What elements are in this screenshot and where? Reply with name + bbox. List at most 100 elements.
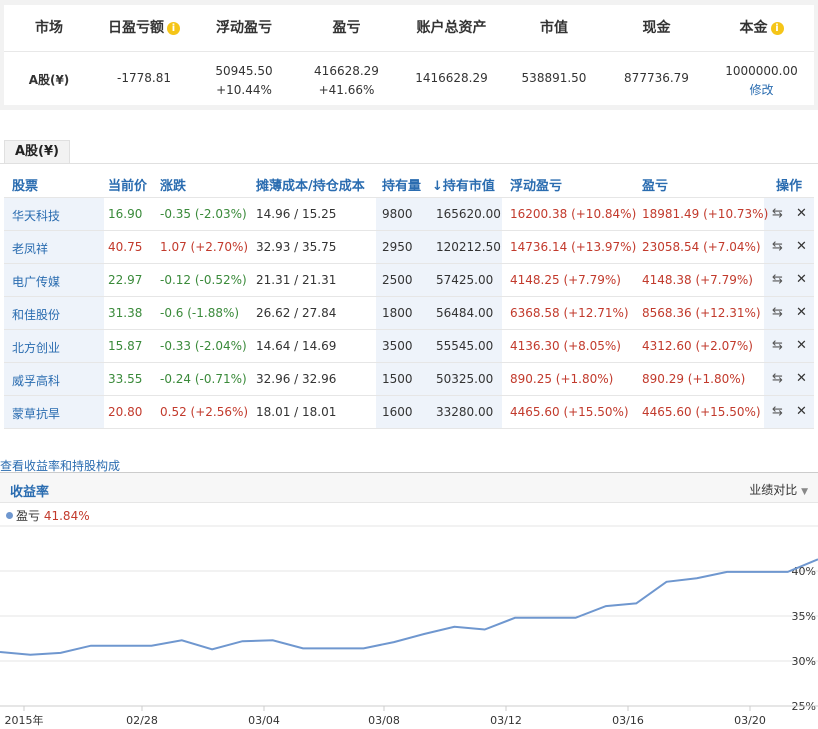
current-price: 22.97	[108, 273, 143, 287]
delete-icon[interactable]: ✕	[796, 272, 807, 287]
pnl-cell: 23058.54 (+7.04%)	[642, 240, 761, 254]
holding-market-value: 120212.50	[436, 240, 501, 254]
daily-pnl-value: -1778.81	[117, 71, 171, 85]
series-line-pnl[interactable]	[0, 558, 818, 656]
transfer-icon[interactable]: ⇆	[772, 239, 783, 254]
transfer-icon[interactable]: ⇆	[772, 338, 783, 353]
x-tick-label: 02/28	[126, 714, 158, 727]
col-market-value-label: 持有市值	[442, 179, 495, 194]
price-change: -0.35 (-2.03%)	[160, 207, 247, 221]
x-tick-label: 03/20	[734, 714, 766, 727]
stock-name-link[interactable]: 威孚高科	[12, 372, 60, 389]
holding-market-value: 57425.00	[436, 273, 494, 287]
price-change: -0.24 (-0.71%)	[160, 372, 247, 386]
header-cash: 现金	[642, 20, 671, 36]
market-value-cell: A股(¥)	[28, 73, 70, 87]
cost-value: 26.62 / 27.84	[256, 306, 337, 320]
holding-quantity: 1800	[382, 306, 413, 320]
info-icon[interactable]: i	[770, 22, 784, 35]
table-row: 威孚高科 33.55 -0.24 (-0.71%) 32.96 / 32.96 1500…	[4, 363, 814, 396]
stock-name-link[interactable]: 华天科技	[12, 207, 60, 224]
cost-value: 14.64 / 14.69	[256, 339, 337, 353]
col-price[interactable]: 当前价	[108, 175, 147, 194]
price-change: -0.6 (-1.88%)	[160, 306, 240, 320]
pnl-cell: 8568.36 (+12.31%)	[642, 306, 761, 320]
col-quantity[interactable]: 持有量	[382, 175, 421, 194]
holding-quantity: 9800	[382, 207, 413, 221]
table-row: 蒙草抗旱 20.80 0.52 (+2.56%) 18.01 / 18.01 1600 3…	[4, 396, 814, 429]
table-body: 华天科技 16.90 -0.35 (-2.03%) 14.96 / 15.25 9800…	[4, 198, 814, 429]
x-tick-label: 03/16	[612, 714, 644, 727]
floating-pnl-value: 50945.50 +10.44%	[194, 62, 294, 100]
col-cost[interactable]: 摊薄成本/持仓成本	[256, 175, 365, 194]
returns-line-chart: 40%35%30%25%2015年 02/28 03/04 03/08 03/12 03/…	[0, 525, 818, 727]
col-actions: 操作	[776, 179, 803, 194]
col-change[interactable]: 涨跌	[160, 175, 186, 194]
holding-quantity: 1600	[382, 405, 413, 419]
pnl-percent: +41.66%	[318, 83, 375, 97]
x-tick-label: 2015年	[5, 713, 44, 727]
floating-pnl-amount: 50945.50	[215, 64, 273, 78]
pnl-amount: 416628.29	[314, 64, 379, 78]
delete-icon[interactable]: ✕	[796, 239, 807, 254]
holding-market-value: 165620.00	[436, 207, 501, 221]
holding-quantity: 2950	[382, 240, 413, 254]
delete-icon[interactable]: ✕	[796, 206, 807, 221]
stock-name-link[interactable]: 和佳股份	[12, 306, 60, 323]
col-pnl[interactable]: 盈亏	[642, 175, 668, 194]
holdings-table: 股票 当前价 涨跌 摊薄成本/持仓成本 持有量 ↓持有市值 浮动盈亏 盈亏 操作…	[4, 168, 814, 429]
floating-pnl-cell: 6368.58 (+12.71%)	[510, 306, 629, 320]
holding-market-value: 50325.00	[436, 372, 494, 386]
pnl-cell: 4148.38 (+7.79%)	[642, 273, 753, 287]
floating-pnl-cell: 14736.14 (+13.97%)	[510, 240, 637, 254]
cost-value: 21.31 / 21.31	[256, 273, 337, 287]
summary-header-row: 市场 日盈亏额 i 浮动盈亏 盈亏 账户总资产 市值 现金 本金 i	[4, 17, 814, 41]
header-daily-pnl: 日盈亏额 i	[94, 17, 194, 37]
transfer-icon[interactable]: ⇆	[772, 272, 783, 287]
pnl-cell: 18981.49 (+10.73%)	[642, 207, 769, 221]
table-row: 和佳股份 31.38 -0.6 (-1.88%) 26.62 / 27.84 1800 5…	[4, 297, 814, 330]
floating-pnl-cell: 4148.25 (+7.79%)	[510, 273, 621, 287]
pnl-value: 416628.29 +41.66%	[294, 62, 399, 100]
floating-pnl-cell: 4465.60 (+15.50%)	[510, 405, 629, 419]
table-row: 电广传媒 22.97 -0.12 (-0.52%) 21.31 / 21.31 2500…	[4, 264, 814, 297]
current-price: 16.90	[108, 207, 143, 221]
delete-icon[interactable]: ✕	[796, 371, 807, 386]
transfer-icon[interactable]: ⇆	[772, 371, 783, 386]
stock-name-link[interactable]: 蒙草抗旱	[12, 405, 60, 422]
transfer-icon[interactable]: ⇆	[772, 404, 783, 419]
header-total-assets: 账户总资产	[416, 20, 487, 36]
transfer-icon[interactable]: ⇆	[772, 305, 783, 320]
delete-icon[interactable]: ✕	[796, 338, 807, 353]
x-tick-label: 03/04	[248, 714, 280, 727]
current-price: 31.38	[108, 306, 143, 320]
tab-a-shares[interactable]: A股(¥)	[4, 140, 70, 164]
holding-market-value: 55545.00	[436, 339, 494, 353]
current-price: 20.80	[108, 405, 143, 419]
info-icon[interactable]: i	[167, 22, 180, 35]
account-summary: 市场 日盈亏额 i 浮动盈亏 盈亏 账户总资产 市值 现金 本金 i A股(¥) -…	[0, 0, 818, 110]
holding-market-value: 56484.00	[436, 306, 494, 320]
market-value-amount: 538891.50	[521, 71, 587, 85]
tab-divider	[0, 163, 818, 164]
x-tick-label: 03/08	[368, 714, 400, 727]
col-stock[interactable]: 股票	[12, 175, 38, 194]
stock-name-link[interactable]: 老凤祥	[12, 240, 48, 257]
pnl-cell: 4312.60 (+2.07%)	[642, 339, 753, 353]
delete-icon[interactable]: ✕	[796, 404, 807, 419]
stock-name-link[interactable]: 电广传媒	[12, 273, 60, 290]
cost-value: 32.93 / 35.75	[256, 240, 337, 254]
delete-icon[interactable]: ✕	[796, 305, 807, 320]
col-floating-pnl[interactable]: 浮动盈亏	[510, 175, 562, 194]
y-tick-label: 35%	[792, 610, 816, 623]
account-summary-card: 市场 日盈亏额 i 浮动盈亏 盈亏 账户总资产 市值 现金 本金 i A股(¥) -…	[4, 5, 814, 105]
col-market-value[interactable]: ↓持有市值	[432, 175, 495, 194]
principal-amount: 1000000.00	[725, 64, 798, 78]
current-price: 33.55	[108, 372, 143, 386]
header-principal: 本金 i	[709, 17, 814, 37]
transfer-icon[interactable]: ⇆	[772, 206, 783, 221]
y-tick-label: 30%	[792, 655, 816, 668]
edit-principal-link[interactable]: 修改	[709, 81, 814, 100]
y-tick-label: 40%	[792, 565, 816, 578]
stock-name-link[interactable]: 北方创业	[12, 339, 60, 356]
